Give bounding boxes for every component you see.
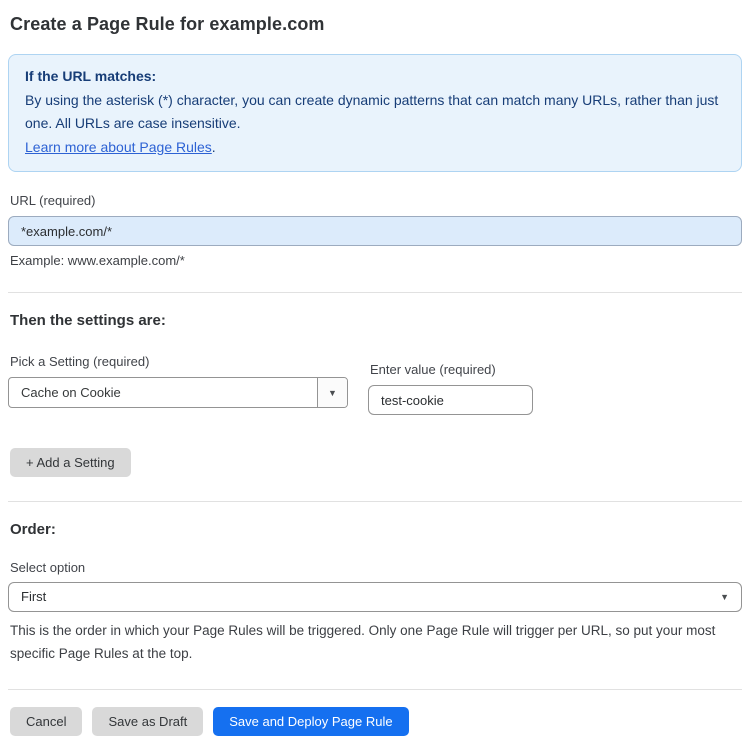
chevron-down-icon: ▼ <box>720 592 729 602</box>
url-label: URL (required) <box>10 193 96 208</box>
save-as-draft-button[interactable]: Save as Draft <box>92 707 204 736</box>
settings-section-heading: Then the settings are: <box>10 312 166 329</box>
setting-row: Pick a Setting (required) Cache on Cooki… <box>8 354 742 415</box>
setting-value-column: Enter value (required) <box>368 362 533 415</box>
setting-value-input[interactable] <box>368 385 533 415</box>
divider <box>8 501 742 502</box>
footer-button-row: Cancel Save as Draft Save and Deploy Pag… <box>10 707 742 736</box>
create-page-rule-form: Create a Page Rule for example.com If th… <box>0 0 750 736</box>
divider <box>8 292 742 293</box>
setting-value-label: Enter value (required) <box>370 362 496 377</box>
order-select-dropdown[interactable]: First ▼ <box>8 582 742 612</box>
order-select-label: Select option <box>10 560 86 575</box>
setting-picker-label: Pick a Setting (required) <box>10 354 150 369</box>
info-banner-body: By using the asterisk (*) character, you… <box>25 91 719 132</box>
link-period: . <box>211 138 216 155</box>
url-match-info-banner: If the URL matches: By using the asteris… <box>8 54 742 172</box>
order-selected-value: First <box>21 589 47 604</box>
order-section-heading: Order: <box>10 521 56 538</box>
cancel-button[interactable]: Cancel <box>10 707 83 736</box>
add-setting-button[interactable]: + Add a Setting <box>10 448 131 477</box>
setting-picker-column: Pick a Setting (required) Cache on Cooki… <box>8 354 348 415</box>
setting-picker-selected-value: Cache on Cookie <box>21 385 121 400</box>
url-input[interactable] <box>8 216 742 246</box>
divider <box>8 689 742 690</box>
setting-picker-dropdown[interactable]: Cache on Cookie ▼ <box>8 377 348 408</box>
save-and-deploy-button[interactable]: Save and Deploy Page Rule <box>213 707 409 736</box>
url-example-helper: Example: www.example.com/* <box>10 253 185 268</box>
learn-more-link[interactable]: Learn more about Page Rules <box>25 139 212 155</box>
info-banner-heading: If the URL matches: <box>25 68 157 84</box>
order-helper-text: This is the order in which your Page Rul… <box>10 623 716 661</box>
chevron-down-icon[interactable]: ▼ <box>317 378 347 407</box>
page-title: Create a Page Rule for example.com <box>10 14 325 34</box>
info-banner-link-line: Learn more about Page Rules. <box>25 136 725 160</box>
